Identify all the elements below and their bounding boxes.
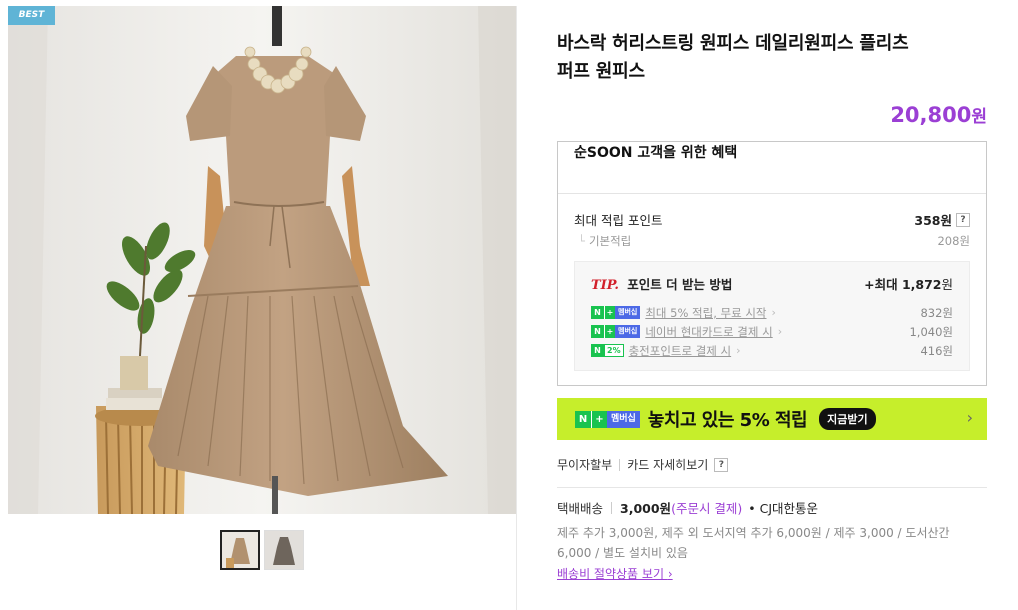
chevron-right-icon: ›	[777, 325, 783, 338]
price-unit: 원	[971, 107, 987, 127]
shipping-save-link-text[interactable]: 배송비 절약상품 보기	[557, 567, 664, 581]
tip-title: 포인트 더 받는 방법	[627, 277, 733, 292]
main-product-image[interactable]: BEST	[8, 6, 516, 514]
divider	[557, 487, 987, 488]
base-points-value: 208원	[937, 234, 970, 248]
membership-label: 멤버십	[615, 325, 641, 338]
pay-percent-label: 2%	[604, 344, 624, 357]
naver-pay-badge: N 2%	[591, 344, 624, 357]
plus-icon: +	[591, 410, 607, 428]
membership-label: 멤버십	[607, 410, 640, 428]
dress-photo	[8, 6, 516, 514]
tip-item-membership[interactable]: N + 멤버십 최대 5% 적립, 무료 시작 › 832원	[591, 303, 953, 322]
divider	[611, 501, 613, 514]
chevron-right-icon: ›	[966, 408, 973, 427]
product-price: 20,800원	[557, 102, 987, 127]
help-icon[interactable]: ?	[714, 457, 729, 472]
benefit-body: 최대 적립 포인트 358원 ? └ 기본적립 208원 TIP. 포인트 더 받…	[558, 194, 986, 385]
shipping-note-line-1: 제주 추가 3,000원, 제주 외 도서지역 추가 6,000원 / 제주 3…	[557, 526, 950, 540]
tip-max-unit: 원	[941, 277, 953, 292]
chevron-right-icon: ›	[667, 567, 673, 581]
shipping-save-link[interactable]: 배송비 절약상품 보기 ›	[557, 565, 673, 582]
tip-item-value: 1,040원	[909, 324, 953, 339]
chevron-right-icon: ›	[736, 344, 741, 357]
max-points-label: 최대 적립 포인트	[574, 213, 663, 228]
benefit-header: 순SOON 고객을 위한 혜택	[558, 142, 986, 194]
banner-get-button[interactable]: 지금받기	[819, 408, 876, 430]
shipping-note: 제주 추가 3,000원, 제주 외 도서지역 추가 6,000원 / 제주 3…	[557, 523, 987, 563]
shipping-condition: (주문시 결제)	[671, 501, 743, 516]
divider	[619, 458, 621, 471]
thumbnail-1[interactable]	[220, 530, 260, 570]
thumbnail-strip	[220, 530, 304, 570]
naver-membership-badge: N + 멤버십	[591, 306, 641, 319]
product-title: 바스락 허리스트링 원피스 데일리원피스 플리츠 퍼프 원피스	[557, 30, 987, 86]
tip-max-value: 1,872	[901, 277, 942, 292]
tip-item-text[interactable]: 충전포인트로 결제 시	[629, 343, 732, 359]
shipping-carrier: • CJ대한통운	[748, 501, 819, 516]
best-badge: BEST	[8, 6, 55, 25]
price-value: 20,800	[890, 103, 972, 127]
tip-item-value: 832원	[920, 305, 953, 320]
shipping-row: 택배배송 3,000원 (주문시 결제) • CJ대한통운	[557, 498, 987, 517]
title-line-2: 퍼프 원피스	[557, 61, 645, 82]
dress-thumbnail-icon	[265, 531, 303, 569]
naver-membership-badge: N + 멤버십	[575, 410, 640, 428]
tip-box: TIP. 포인트 더 받는 방법 +최대 1,872원 N + 멤버십 최대 5% …	[574, 261, 970, 371]
plus-icon: +	[604, 306, 615, 319]
membership-label: 멤버십	[615, 306, 641, 319]
max-points-value: 358원	[914, 213, 952, 228]
dress-thumbnail-icon	[222, 532, 258, 568]
max-points-row: 최대 적립 포인트 358원 ?	[574, 210, 970, 229]
shipping-note-line-2: 6,000 / 별도 설치비 있음	[557, 546, 688, 560]
tip-item-text[interactable]: 최대 5% 적립, 무료 시작	[645, 305, 766, 321]
banner-text: 놓치고 있는 5% 적립	[647, 410, 808, 431]
product-info: 바스락 허리스트링 원피스 데일리원피스 플리츠 퍼프 원피스 20,800원 …	[557, 30, 987, 582]
tip-header: TIP. 포인트 더 받는 방법 +최대 1,872원	[591, 274, 953, 293]
benefit-box: 순SOON 고객을 위한 혜택 최대 적립 포인트 358원 ? └ 기본적립 2…	[557, 141, 987, 386]
title-line-1: 바스락 허리스트링 원피스 데일리원피스 플리츠	[557, 33, 909, 54]
payment-links: 무이자할부 카드 자세히보기 ?	[557, 456, 987, 473]
naver-n-icon: N	[591, 306, 604, 319]
plus-icon: +	[604, 325, 615, 338]
tip-item-charge-points[interactable]: N 2% 충전포인트로 결제 시 › 416원	[591, 341, 953, 360]
gallery-divider	[516, 6, 517, 610]
chevron-right-icon: ›	[771, 306, 776, 319]
shipping-fee: 3,000원	[620, 501, 672, 516]
tip-max-label: +최대	[864, 277, 898, 292]
naver-n-icon: N	[591, 325, 604, 338]
tip-item-value: 416원	[920, 343, 953, 358]
help-icon[interactable]: ?	[956, 212, 970, 227]
tip-item-text[interactable]: 네이버 현대카드로 결제 시	[645, 324, 772, 340]
product-gallery: BEST	[8, 6, 516, 610]
tip-label: TIP.	[591, 278, 619, 293]
installment-link[interactable]: 무이자할부	[557, 456, 612, 473]
tip-item-card[interactable]: N + 멤버십 네이버 현대카드로 결제 시 › 1,040원	[591, 322, 953, 341]
naver-n-icon: N	[575, 410, 591, 428]
base-points-label: 기본적립	[588, 234, 632, 248]
membership-banner[interactable]: N + 멤버십 놓치고 있는 5% 적립 지금받기 ›	[557, 398, 987, 440]
tip-max: +최대 1,872원	[864, 274, 953, 293]
shipping-method: 택배배송	[557, 501, 604, 516]
thumbnail-2[interactable]	[264, 530, 304, 570]
naver-membership-badge: N + 멤버십	[591, 325, 641, 338]
base-points-row: └ 기본적립 208원	[574, 233, 970, 249]
elbow-icon: └	[578, 234, 585, 248]
card-detail-link[interactable]: 카드 자세히보기	[627, 456, 708, 473]
naver-n-icon: N	[591, 344, 604, 357]
